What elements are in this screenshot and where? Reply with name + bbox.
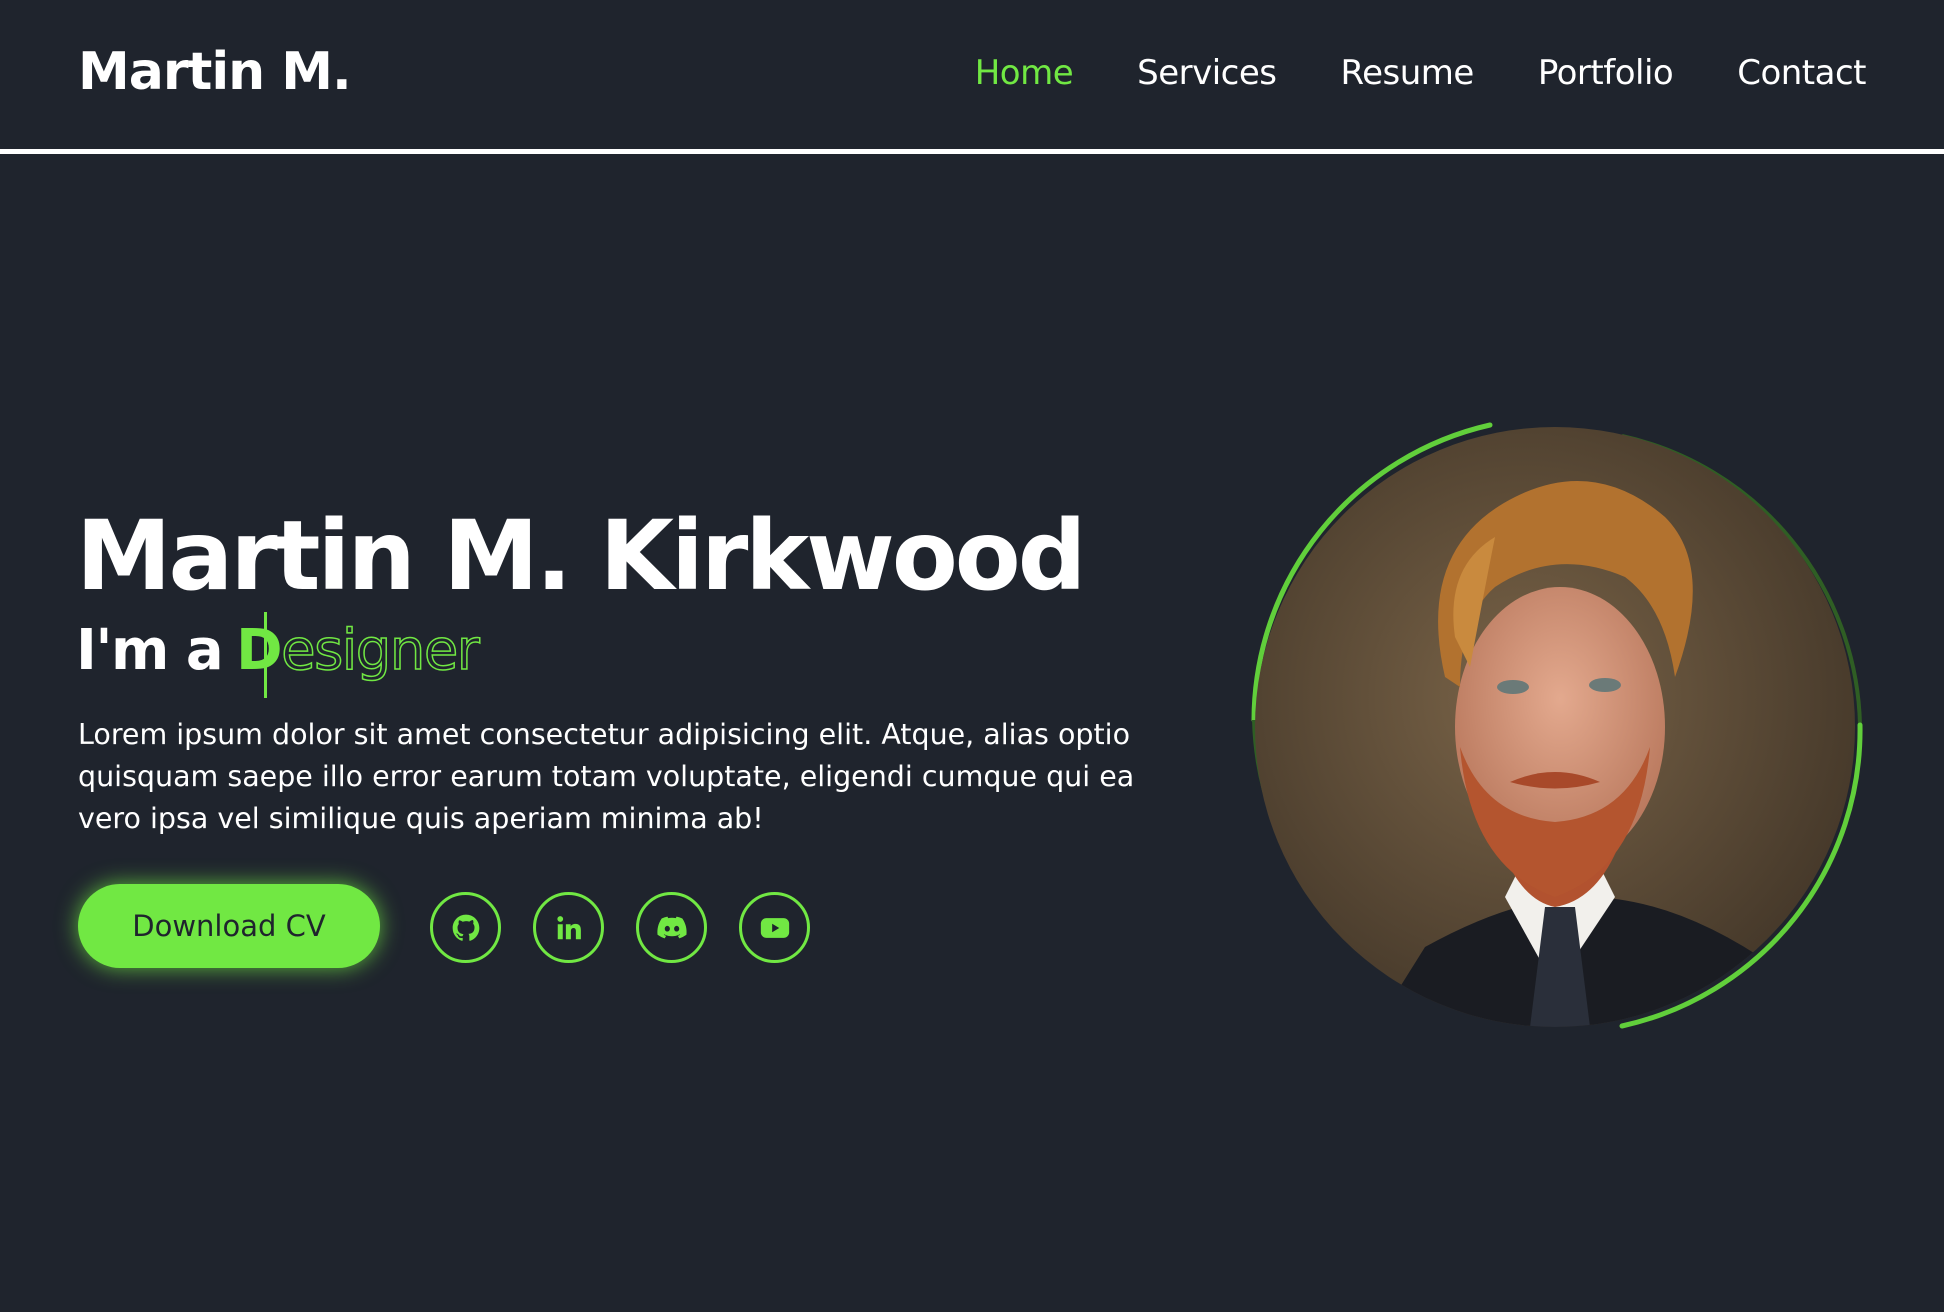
nav-link-home[interactable]: Home [975,53,1074,93]
role-outline-text: esigner [280,617,480,684]
hero-description: Lorem ipsum dolor sit amet consectetur a… [78,718,1135,835]
role-line: I'm a Designer [76,612,481,698]
youtube-icon [760,917,789,938]
role-word: Designer [236,612,481,698]
header-divider [0,149,1944,154]
typing-cursor [264,612,268,698]
role-typed-text: D [236,618,282,683]
social-links [430,892,810,963]
github-link[interactable] [430,892,501,963]
linkedin-icon [556,915,581,939]
youtube-link[interactable] [739,892,810,963]
site-header: Martin M. Home Services Resume Portfolio… [0,0,1944,154]
github-icon [452,914,479,941]
discord-link[interactable] [636,892,707,963]
nav-link-resume[interactable]: Resume [1341,53,1475,93]
nav-link-contact[interactable]: Contact [1737,53,1866,93]
discord-icon [656,916,687,938]
download-cv-button[interactable]: Download CV [78,884,380,968]
portrait [1242,420,1868,1030]
nav-link-services[interactable]: Services [1137,53,1277,93]
logo[interactable]: Martin M. [78,42,352,102]
page: Martin M. Home Services Resume Portfolio… [0,0,1944,1312]
role-prefix: I'm a [76,618,224,683]
profile-photo-image [1255,427,1855,1027]
nav-link-portfolio[interactable]: Portfolio [1538,53,1674,93]
linkedin-link[interactable] [533,892,604,963]
profile-photo [1255,427,1855,1027]
main-nav: Home Services Resume Portfolio Contact [975,53,1867,93]
hero-name: Martin M. Kirkwood [76,500,1086,612]
